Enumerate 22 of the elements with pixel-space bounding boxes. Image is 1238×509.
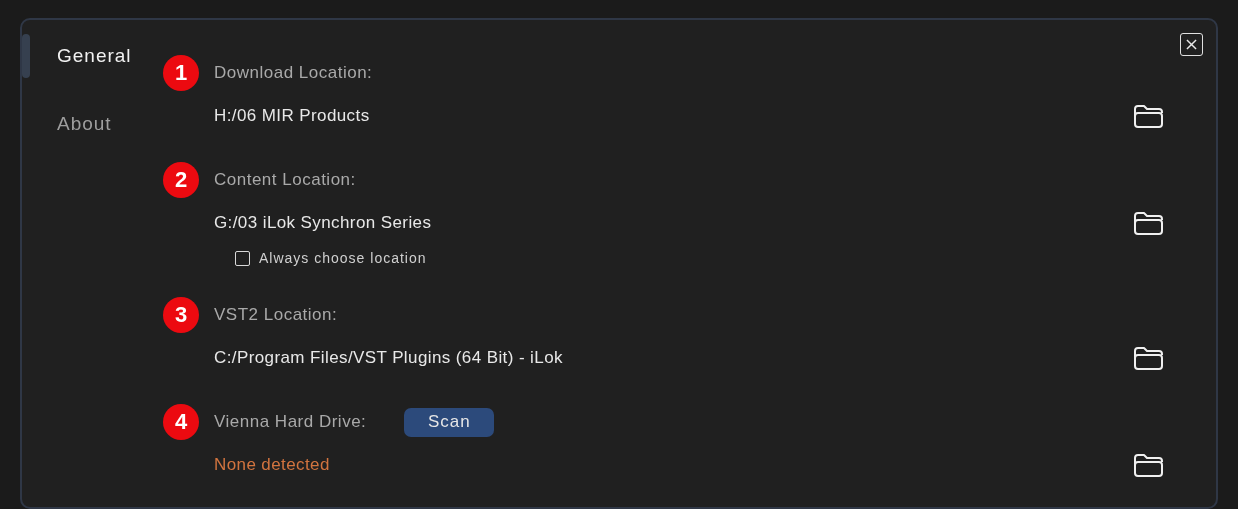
location-value: G:/03 iLok Synchron Series	[214, 213, 432, 233]
field-label: Download Location:	[214, 63, 373, 83]
field-label: Content Location:	[214, 170, 356, 190]
folder-icon[interactable]	[1133, 452, 1164, 478]
location-value: None detected	[214, 455, 330, 475]
checkbox-label: Always choose location	[259, 250, 427, 266]
folder-icon[interactable]	[1133, 210, 1164, 236]
folder-icon[interactable]	[1133, 103, 1164, 129]
field-label: Vienna Hard Drive:	[214, 412, 367, 432]
number-marker: 2	[163, 162, 199, 198]
location-value: H:/06 MIR Products	[214, 106, 370, 126]
checkbox[interactable]	[235, 250, 250, 266]
location-value: C:/Program Files/VST Plugins (64 Bit) - iLok	[214, 348, 563, 368]
close-icon[interactable]	[1180, 33, 1203, 56]
number-marker: 3	[163, 297, 199, 333]
sidebar-tab[interactable]: About	[57, 113, 112, 135]
scan-button[interactable]: Scan	[404, 407, 495, 437]
number-marker: 1	[163, 55, 199, 91]
folder-icon[interactable]	[1133, 345, 1164, 371]
number-marker: 4	[163, 404, 199, 440]
sidebar-tab[interactable]: General	[57, 45, 132, 67]
field-label: VST2 Location:	[214, 305, 338, 325]
